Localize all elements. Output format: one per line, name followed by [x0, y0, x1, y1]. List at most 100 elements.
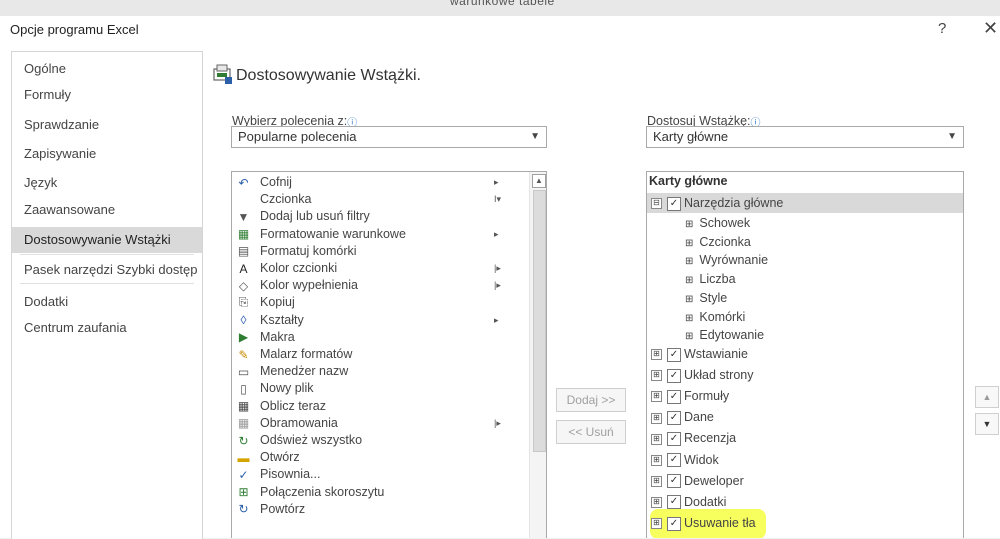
command-label: Formatuj komórki	[260, 243, 357, 258]
tree-item-tab[interactable]: ⊞ ✓ Usuwanie tła	[651, 514, 756, 532]
sidebar-item[interactable]: Centrum zaufania	[12, 315, 202, 341]
scroll-up-arrow[interactable]: ▲	[532, 174, 546, 188]
command-item[interactable]: ▦ Obramowania |▸	[232, 415, 512, 432]
submenu-arrow-icon: |▸	[494, 417, 501, 428]
command-item[interactable]: ▶ Makra	[232, 329, 512, 346]
undo-icon: ↶	[238, 175, 249, 190]
refresh-all-icon: ↻	[238, 433, 249, 448]
command-item[interactable]: ▭ Menedżer nazw	[232, 363, 512, 380]
tree-item-tab[interactable]: ⊞ ✓ Recenzja	[651, 429, 736, 447]
command-item[interactable]: ⎘ Kopiuj	[232, 294, 512, 311]
tree-group-item[interactable]: ⊞ Komórki	[685, 308, 745, 326]
tree-group-item[interactable]: ⊞ Edytowanie	[685, 326, 764, 344]
tree-item-tab[interactable]: ⊞ ✓ Wstawianie	[651, 345, 748, 363]
expand-icon[interactable]: ⊞	[685, 238, 693, 249]
expand-icon[interactable]: ⊞	[651, 496, 662, 508]
commands-scrollbar[interactable]: ▲	[529, 172, 546, 538]
command-item[interactable]: ▼ Dodaj lub usuń filtry	[232, 208, 512, 225]
choose-commands-dropdown[interactable]: Popularne polecenia ▼	[231, 126, 547, 148]
expand-icon[interactable]: ⊞	[651, 475, 662, 487]
tree-item-tab[interactable]: ⊞ ✓ Widok	[651, 451, 719, 469]
command-label: Oblicz teraz	[260, 398, 326, 413]
scroll-thumb[interactable]	[533, 190, 546, 452]
tree-group-label: Style	[699, 290, 728, 305]
fill-color-icon: ◇	[238, 278, 249, 293]
format-cells-icon: ▤	[237, 244, 250, 259]
checkbox-checked[interactable]: ✓	[667, 196, 681, 211]
tree-group-item[interactable]: ⊞ Liczba	[685, 270, 736, 288]
expand-icon[interactable]: ⊞	[685, 275, 693, 286]
command-item[interactable]: ✓ Pisownia...	[232, 466, 512, 483]
help-button[interactable]: ?	[938, 20, 946, 37]
checkbox-checked[interactable]: ✓	[667, 347, 681, 362]
checkbox-checked[interactable]: ✓	[667, 411, 681, 425]
sidebar-item[interactable]: Ogólne	[12, 56, 202, 82]
sidebar-item[interactable]: Pasek narzędzi Szybki dostęp	[12, 257, 202, 283]
checkbox-checked[interactable]: ✓	[667, 432, 681, 447]
expand-icon[interactable]: ⊞	[651, 518, 662, 529]
tree-group-item[interactable]: ⊞ Schowek	[685, 214, 750, 232]
submenu-arrow-icon: ▸	[494, 177, 499, 187]
tree-group-item[interactable]: ⊞ Wyrównanie	[685, 251, 768, 269]
expand-icon[interactable]: ⊞	[685, 219, 693, 230]
expand-icon[interactable]: ⊞	[685, 294, 693, 305]
sidebar-item[interactable]: Zaawansowane	[12, 197, 202, 223]
tree-item-tab[interactable]: ⊞ ✓ Formuły	[651, 387, 729, 405]
command-label: Kolor czcionki	[260, 261, 338, 275]
remove-button[interactable]: << Usuń	[556, 420, 626, 444]
sidebar-item[interactable]: Dostosowywanie Wstążki	[12, 227, 202, 253]
command-item[interactable]: ▯ Nowy plik	[232, 380, 512, 397]
command-item[interactable]: ▬ Otwórz	[232, 449, 512, 466]
checkbox-checked[interactable]: ✓	[667, 368, 681, 383]
command-item[interactable]: ▦ Oblicz teraz	[232, 398, 512, 415]
command-item[interactable]: ▤ Formatuj komórki	[232, 243, 512, 260]
command-item[interactable]: ◊ Kształty ▸	[232, 312, 512, 329]
command-item[interactable]: ◇ Kolor wypełnienia |▸	[232, 277, 512, 294]
sidebar-item[interactable]: Formuły	[12, 82, 202, 108]
expand-icon[interactable]: ⊞	[685, 256, 693, 267]
command-item[interactable]: ▦ Formatowanie warunkowe ▸	[232, 226, 512, 243]
expand-icon[interactable]: ⊞	[651, 412, 662, 424]
checkbox-checked[interactable]: ✓	[667, 516, 681, 531]
customize-ribbon-dropdown[interactable]: Karty główne ▼	[646, 126, 964, 148]
background-window-text: warunkowe tabele	[450, 0, 555, 8]
ribbon-tree[interactable]: Karty główne ⊟ ✓ Narzędzia główne ⊞ Schowek ⊞…	[646, 171, 964, 538]
command-item[interactable]: A Kolor czcionki |▸	[232, 260, 512, 277]
expand-icon[interactable]: ⊞	[685, 331, 693, 342]
command-item[interactable]: ↶ Cofnij ▸	[232, 174, 512, 191]
move-up-button[interactable]: ▲	[975, 386, 999, 408]
page-title: Dostosowywanie Wstążki.	[236, 67, 421, 84]
checkbox-checked[interactable]: ✓	[667, 495, 681, 510]
sidebar-item[interactable]: Język	[12, 170, 202, 196]
command-item[interactable]: ↻ Odśwież wszystko	[232, 432, 512, 449]
tree-item-tab[interactable]: ⊞ ✓ Układ strony	[651, 366, 753, 384]
tree-item-main-tab[interactable]: ⊟ ✓ Narzędzia główne	[651, 194, 783, 212]
checkbox-checked[interactable]: ✓	[667, 453, 681, 468]
tree-item-tab[interactable]: ⊞ ✓ Dodatki	[651, 493, 726, 511]
tree-item-tab[interactable]: ⊞ ✓ Dane	[651, 408, 714, 426]
collapse-icon[interactable]: ⊟	[651, 198, 662, 210]
sidebar-item[interactable]: Dodatki	[12, 289, 202, 315]
redo-icon: ↻	[238, 502, 249, 517]
commands-list[interactable]: ▲ ↶ Cofnij ▸ Czcionka I▾ ▼ Dodaj lub usuń filt…	[231, 171, 547, 538]
tree-group-item[interactable]: ⊞ Style	[685, 289, 727, 307]
close-button[interactable]: ✕	[983, 18, 998, 39]
command-item[interactable]: Czcionka I▾	[232, 191, 512, 208]
sidebar-item[interactable]: Sprawdzanie	[12, 112, 202, 138]
expand-icon[interactable]: ⊞	[651, 433, 662, 445]
command-item[interactable]: ⊞ Połączenia skoroszytu	[232, 484, 512, 501]
checkbox-checked[interactable]: ✓	[667, 474, 681, 489]
expand-icon[interactable]: ⊞	[685, 313, 693, 324]
checkbox-checked[interactable]: ✓	[667, 389, 681, 404]
tree-item-tab[interactable]: ⊞ ✓ Deweloper	[651, 472, 744, 490]
sidebar-item[interactable]: Zapisywanie	[12, 141, 202, 167]
expand-icon[interactable]: ⊞	[651, 391, 662, 403]
tree-group-item[interactable]: ⊞ Czcionka	[685, 233, 751, 251]
command-item[interactable]: ↻ Powtórz	[232, 501, 512, 518]
move-down-button[interactable]: ▼	[975, 413, 999, 435]
command-item[interactable]: ✎ Malarz formatów	[232, 346, 512, 363]
expand-icon[interactable]: ⊞	[651, 454, 662, 466]
expand-icon[interactable]: ⊞	[651, 370, 662, 382]
add-button[interactable]: Dodaj >>	[556, 388, 626, 412]
expand-icon[interactable]: ⊞	[651, 349, 662, 361]
